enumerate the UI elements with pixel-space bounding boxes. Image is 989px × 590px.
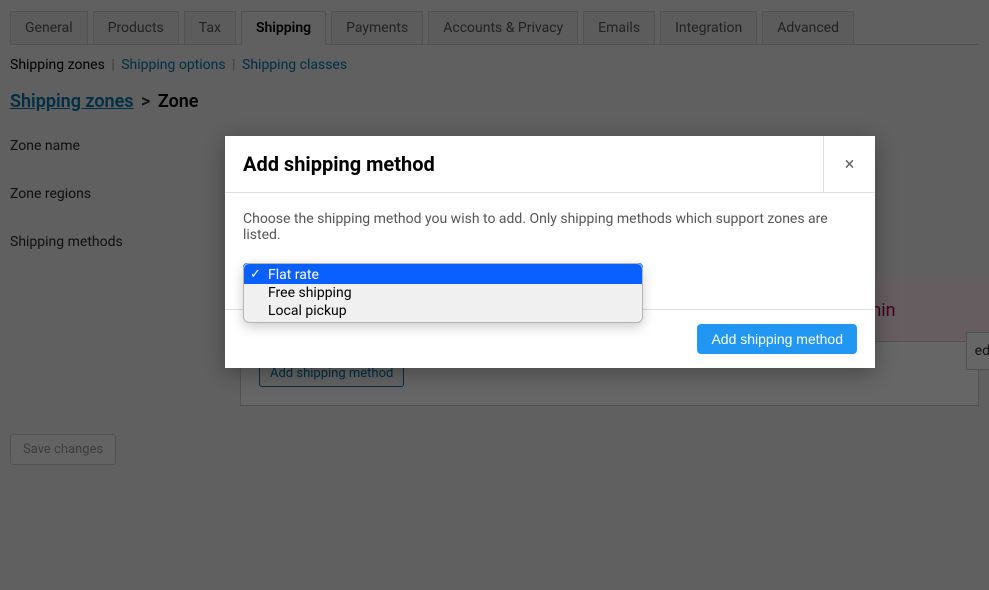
modal-description: Choose the shipping method you wish to a… <box>243 211 857 243</box>
modal-title: Add shipping method <box>225 136 453 192</box>
add-shipping-method-modal: Add shipping method × Choose the shippin… <box>225 136 875 368</box>
option-local-pickup[interactable]: Local pickup <box>244 302 642 322</box>
method-dropdown: Flat rate Free shipping Local pickup <box>243 263 643 323</box>
modal-body: Choose the shipping method you wish to a… <box>225 193 875 309</box>
close-icon[interactable]: × <box>823 136 875 192</box>
add-shipping-method-submit[interactable]: Add shipping method <box>697 324 857 354</box>
option-flat-rate[interactable]: Flat rate <box>244 264 642 284</box>
method-select[interactable]: Flat rate Free shipping Local pickup <box>243 263 643 291</box>
option-free-shipping[interactable]: Free shipping <box>244 284 642 302</box>
modal-header: Add shipping method × <box>225 136 875 193</box>
